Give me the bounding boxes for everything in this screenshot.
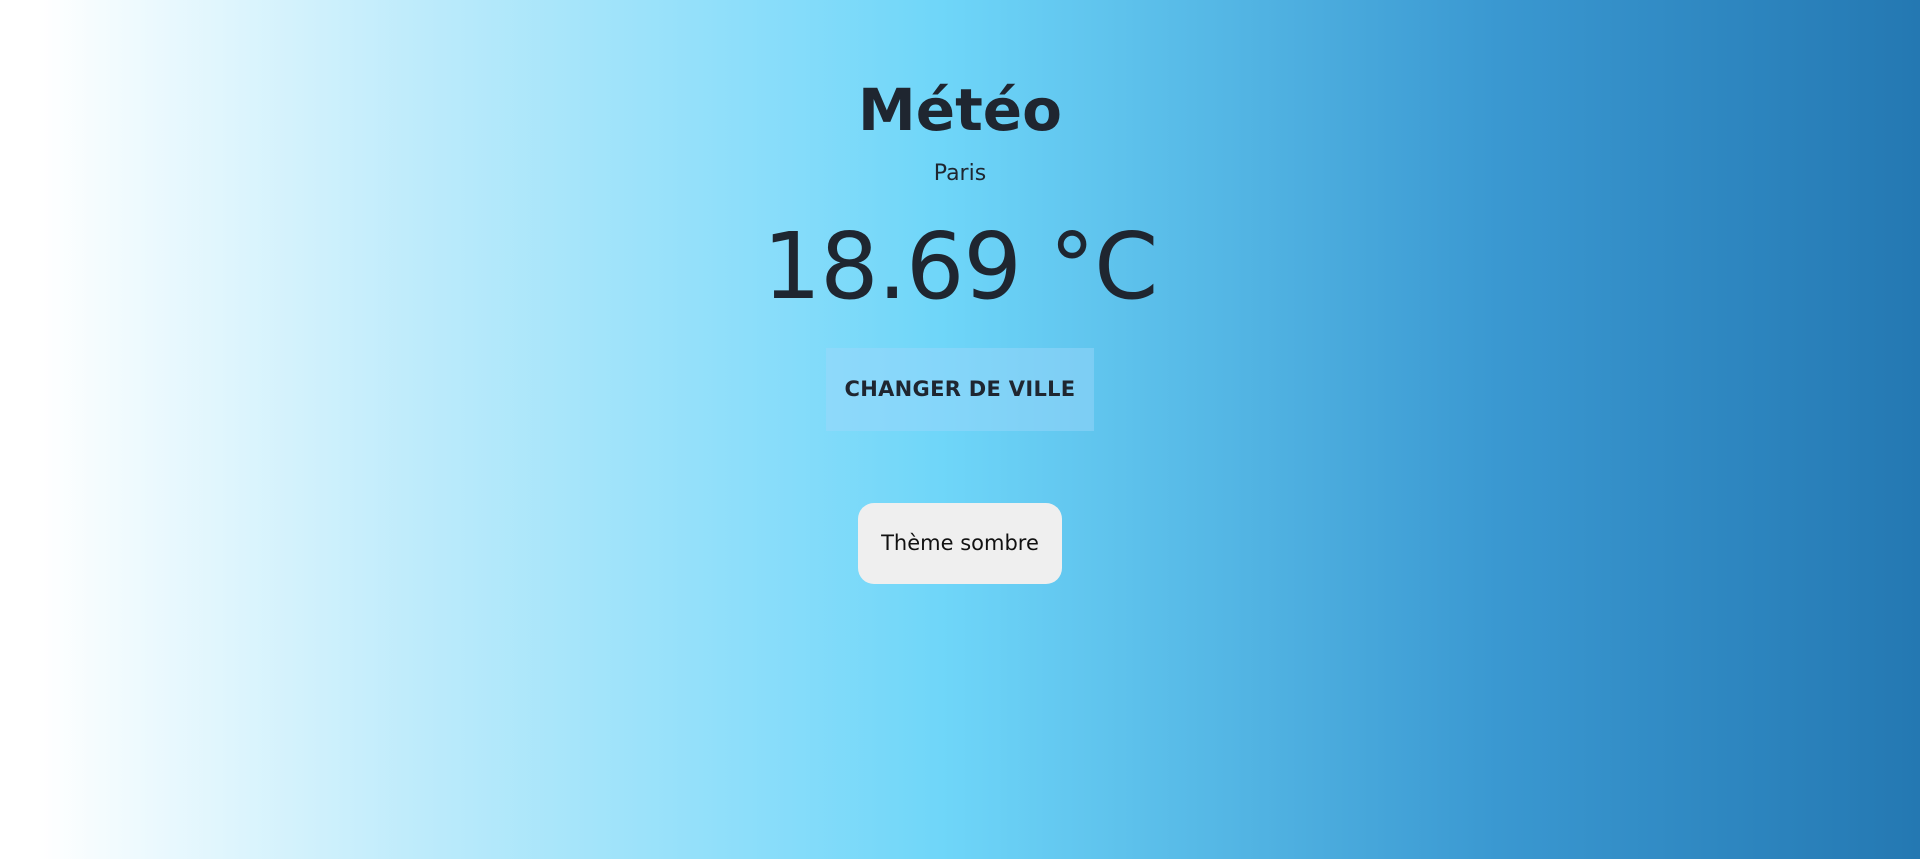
change-city-button[interactable]: CHANGER DE VILLE bbox=[826, 348, 1094, 431]
temperature-value: 18.69 °C bbox=[762, 213, 1159, 320]
dark-theme-toggle-button[interactable]: Thème sombre bbox=[858, 503, 1062, 584]
page-title: Météo bbox=[858, 76, 1062, 144]
weather-app: Météo Paris 18.69 °C CHANGER DE VILLE Th… bbox=[0, 0, 1920, 859]
city-name: Paris bbox=[933, 161, 987, 186]
